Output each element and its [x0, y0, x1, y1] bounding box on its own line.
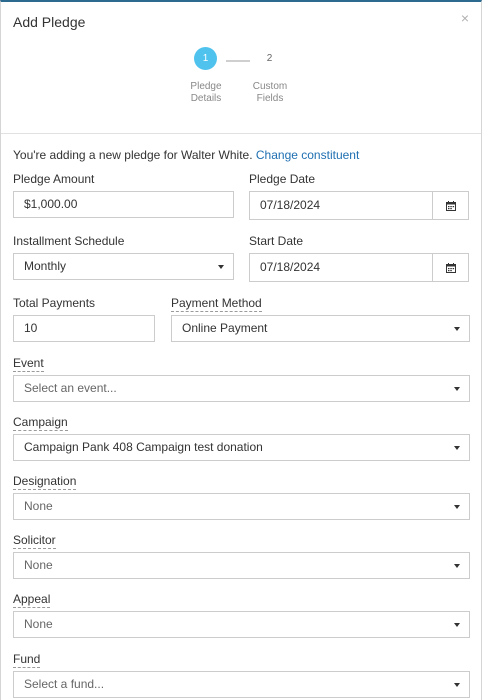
designation-select[interactable]: None	[13, 493, 470, 520]
solicitor-select[interactable]: None	[13, 552, 470, 579]
chevron-down-icon	[454, 446, 460, 450]
chevron-down-icon	[454, 505, 460, 509]
payment-method-select[interactable]: Online Payment	[171, 315, 470, 342]
calendar-icon	[446, 201, 456, 211]
step-2-indicator[interactable]: 2	[258, 47, 281, 70]
calendar-icon	[446, 263, 456, 273]
chevron-down-icon	[454, 564, 460, 568]
pledge-date-calendar-button[interactable]	[432, 191, 469, 220]
campaign-value: Campaign Pank 408 Campaign test donation	[24, 440, 263, 454]
campaign-label: Campaign	[13, 415, 68, 431]
step-1-label: Pledge Details	[190, 81, 222, 104]
designation-value: None	[24, 499, 53, 513]
pledge-date-input[interactable]: 07/18/2024	[249, 191, 433, 220]
appeal-value: None	[24, 617, 53, 631]
add-pledge-modal: Add Pledge × 1 2 Pledge Details Custom F…	[0, 0, 482, 700]
event-select[interactable]: Select an event...	[13, 375, 470, 402]
payment-method-label: Payment Method	[171, 296, 262, 312]
change-constituent-link[interactable]: Change constituent	[256, 148, 359, 162]
total-payments-input[interactable]: 10	[13, 315, 155, 342]
fund-placeholder: Select a fund...	[24, 677, 105, 691]
installment-schedule-label: Installment Schedule	[13, 234, 125, 248]
step-connector	[226, 60, 250, 62]
total-payments-label: Total Payments	[13, 296, 96, 310]
start-date-input[interactable]: 07/18/2024	[249, 253, 433, 282]
event-label: Event	[13, 356, 44, 372]
installment-schedule-select[interactable]: Monthly	[13, 253, 234, 280]
chevron-down-icon	[218, 265, 224, 269]
step-2-label: Custom Fields	[252, 81, 288, 104]
start-date-calendar-button[interactable]	[432, 253, 469, 282]
pledge-amount-input[interactable]: $1,000.00	[13, 191, 234, 218]
solicitor-label: Solicitor	[13, 533, 56, 549]
constituent-intro: You're adding a new pledge for Walter Wh…	[13, 148, 359, 162]
intro-text: You're adding a new pledge for Walter Wh…	[13, 148, 253, 162]
fund-select[interactable]: Select a fund...	[13, 671, 470, 698]
event-placeholder: Select an event...	[24, 381, 117, 395]
payment-method-value: Online Payment	[182, 321, 268, 335]
modal-header: Add Pledge × 1 2 Pledge Details Custom F…	[1, 2, 481, 134]
appeal-label: Appeal	[13, 592, 51, 608]
modal-title: Add Pledge	[13, 14, 86, 30]
appeal-select[interactable]: None	[13, 611, 470, 638]
fund-label: Fund	[13, 652, 41, 668]
step-1-indicator[interactable]: 1	[194, 47, 217, 70]
chevron-down-icon	[454, 387, 460, 391]
solicitor-value: None	[24, 558, 53, 572]
designation-label: Designation	[13, 474, 77, 490]
installment-schedule-value: Monthly	[24, 259, 67, 273]
pledge-date-label: Pledge Date	[249, 172, 316, 186]
start-date-label: Start Date	[249, 234, 304, 248]
pledge-amount-label: Pledge Amount	[13, 172, 95, 186]
campaign-select[interactable]: Campaign Pank 408 Campaign test donation	[13, 434, 470, 461]
close-icon[interactable]: ×	[461, 10, 469, 26]
chevron-down-icon	[454, 683, 460, 687]
chevron-down-icon	[454, 623, 460, 627]
chevron-down-icon	[454, 327, 460, 331]
